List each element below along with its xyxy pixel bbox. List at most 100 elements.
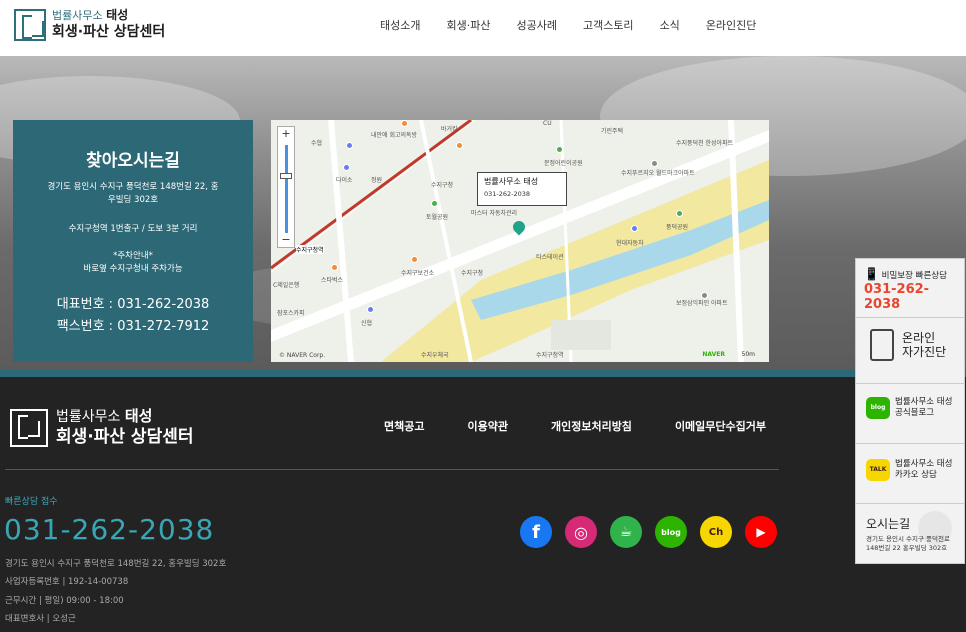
map-poi-icon (431, 200, 438, 207)
quick-consult-label: 빠른상담 접수 (5, 497, 58, 507)
side-kakao[interactable]: TALK 법률사무소 태성 카카오 상담 (856, 459, 964, 481)
callout-phone: 031-262-2038 (484, 190, 531, 198)
nav-item-news[interactable]: 소식 (660, 17, 680, 33)
sns-links: f ◎ ☕ blog Ch ▶ (520, 516, 790, 548)
footer-link-email-policy[interactable]: 이메일무단수집거부 (675, 418, 766, 434)
main-nav: 태성소개 회생·파산 성공사례 고객스토리 소식 온라인진단 (380, 17, 782, 33)
map-label: 신협 (361, 320, 373, 327)
facebook-icon[interactable]: f (520, 516, 552, 548)
main-phone: 대표번호 : 031-262-2038 (56, 297, 210, 312)
map-label: 토월공원 (426, 214, 449, 221)
footer-lawyer: 대표변호사 | 오성근 (5, 614, 76, 624)
map-poi-icon (456, 142, 463, 149)
instagram-icon[interactable]: ◎ (565, 516, 597, 548)
map-label: 수지구보건소 (401, 270, 435, 277)
side-blog-line2: 공식블로그 (895, 408, 935, 418)
map-poi-icon (701, 292, 708, 299)
map-label: 수지푸르지오 월드마크아파트 (621, 170, 695, 177)
map-label: 문정어린이공원 (544, 160, 583, 167)
logo-mark-icon (14, 8, 46, 41)
location-info-box: 찾아오시는길 경기도 용인시 수지구 풍덕천로 148번길 22, 홍우빌딩 3… (13, 120, 253, 362)
map-label: 내안애 회고의독방 (371, 132, 418, 139)
footer-link-terms[interactable]: 이용약관 (467, 418, 507, 434)
kakao-channel-icon[interactable]: Ch (700, 516, 732, 548)
map-label: 수지우체국 (421, 352, 449, 359)
logo-subtitle: 법률사무소 태성 (52, 8, 129, 22)
parking-text: 바로옆 수지구청내 주차가능 (83, 264, 183, 274)
map-poi-icon (651, 160, 658, 167)
nav-item-diagnosis[interactable]: 온라인진단 (706, 17, 757, 33)
side-diag-line1: 온라인 (902, 331, 936, 345)
parking-title: *주차안내* (113, 251, 153, 261)
map-label: 스타벅스 (321, 277, 344, 284)
side-blog-line1: 법률사무소 태성 (895, 397, 953, 407)
footer-logo-title: 회생·파산 상담센터 (56, 427, 194, 447)
zoom-track[interactable] (285, 145, 288, 233)
map-copyright: © NAVER Corp. (279, 352, 326, 359)
callout-name: 법률사무소 태성 (484, 177, 539, 186)
map-label: 수지구청 (461, 270, 484, 277)
map-label: 티스테이션 (536, 254, 564, 261)
page: 법률사무소 태성 회생·파산 상담센터 태성소개 회생·파산 성공사례 고객스토… (0, 0, 966, 632)
map-label: 수지구청역 (536, 352, 564, 359)
nav-item-about[interactable]: 태성소개 (380, 17, 420, 33)
map-label: 수지풍덕천 한성아파트 (676, 140, 734, 147)
side-secret-phone: 031-262-2038 (864, 282, 930, 312)
map-label: 수지구청 (431, 182, 454, 189)
section-divider (0, 370, 966, 377)
map-poi-icon (676, 210, 683, 217)
site-logo[interactable]: 법률사무소 태성 회생·파산 상담센터 (14, 8, 165, 41)
map-label: 현대자동차 (616, 240, 644, 247)
naver-map[interactable]: 수협 내안애 회고의독방 바거킹 CU 기린주택 다이소 정원 수지구청 문정어… (271, 120, 769, 362)
footer-logo-subtitle: 법률사무소 태성 (56, 407, 153, 425)
zoom-in-button[interactable]: + (278, 127, 294, 141)
blog-icon: blog (866, 397, 890, 419)
location-title: 찾아오시는길 (86, 151, 180, 171)
footer-link-privacy[interactable]: 개인정보처리방침 (551, 418, 632, 434)
map-label: 수협 (311, 140, 323, 147)
footer-business-number: 사업자등록번호 | 192-14-00738 (5, 577, 129, 587)
side-location[interactable]: 오시는길 경기도 용인시 수지구 풍덕천로 148번길 22 홍우빌딩 302호 (856, 515, 964, 553)
side-blog[interactable]: blog 법률사무소 태성 공식블로그 (856, 397, 964, 419)
quick-side-panel: 📱 비밀보장 빠른상담 031-262-2038 온라인 자가진단 blog 법… (855, 258, 965, 564)
side-separator (856, 383, 964, 384)
map-label: CU (543, 120, 552, 127)
map-poi-icon (411, 256, 418, 263)
side-separator (856, 503, 964, 504)
side-secret-consult[interactable]: 📱 비밀보장 빠른상담 031-262-2038 (856, 267, 964, 312)
footer-link-disclaimer[interactable]: 면책공고 (384, 418, 424, 434)
map-label: 바거킹 (441, 126, 458, 133)
map-poi-icon (331, 264, 338, 271)
map-label: 수지구청역 (296, 245, 324, 254)
zoom-slider-handle[interactable] (280, 173, 292, 179)
map-label: 잠포스카피 (277, 310, 305, 317)
nav-item-rehab[interactable]: 회생·파산 (446, 17, 490, 33)
nav-item-cases[interactable]: 성공사례 (516, 17, 556, 33)
footer-links: 면책공고 이용약관 개인정보처리방침 이메일무단수집거부 (384, 418, 809, 434)
naver-logo[interactable]: NAVER (702, 351, 725, 358)
map-label: 정원 (371, 177, 383, 184)
footer-address: 경기도 용인시 수지구 풍덕천로 148번길 22, 홍우빌딩 302호 (5, 559, 227, 569)
map-label: 풍덕공원 (666, 224, 689, 231)
footer-logo-mark-icon (10, 408, 48, 447)
youtube-icon[interactable]: ▶ (745, 516, 777, 548)
location-transit: 수지구청역 1번출구 / 도보 3분 거리 (68, 224, 198, 234)
footer-phone[interactable]: 031-262-2038 (4, 513, 214, 546)
blog-icon[interactable]: blog (655, 516, 687, 548)
location-address: 경기도 용인시 수지구 풍덕천로 148번길 22, 홍우빌딩 302호 (47, 182, 219, 205)
side-kakao-line1: 법률사무소 태성 (895, 459, 953, 469)
map-callout: 법률사무소 태성 031-262-2038 (477, 172, 567, 206)
fax-number: 팩스번호 : 031-272-7912 (56, 319, 210, 334)
footer-hours: 근무시간 | 평일) 09:00 - 18:00 (5, 596, 124, 606)
map-label: 보정삼익파인 아파트 (676, 300, 728, 307)
nav-item-stories[interactable]: 고객스토리 (583, 17, 634, 33)
logo-title: 회생·파산 상담센터 (52, 24, 166, 40)
side-self-diagnosis[interactable]: 온라인 자가진단 (856, 329, 964, 361)
map-label: 마스터 자동차관리 (471, 210, 518, 217)
map-label: 다이소 (336, 177, 353, 184)
map-label: 기린주택 (601, 128, 624, 135)
kakaostory-icon[interactable]: ☕ (610, 516, 642, 548)
side-secret-label: 📱 비밀보장 빠른상담 (864, 267, 947, 281)
footer-logo[interactable]: 법률사무소 태성 회생·파산 상담센터 (10, 407, 194, 448)
zoom-out-button[interactable]: − (278, 233, 294, 247)
